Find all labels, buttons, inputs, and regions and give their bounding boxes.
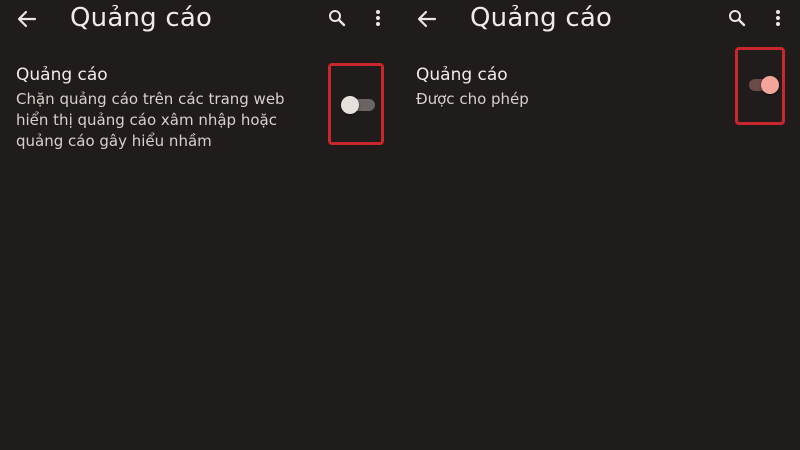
search-button[interactable] — [725, 7, 749, 29]
page-title: Quảng cáo — [70, 3, 213, 33]
right-screen: Quảng cáo Quảng cáo Được cho phép — [400, 0, 800, 450]
back-button[interactable] — [12, 8, 42, 30]
setting-description: Chặn quảng cáo trên các trang web hiển t… — [16, 90, 285, 150]
app-bar: Quảng cáo — [0, 0, 400, 40]
setting-title: Quảng cáo — [16, 65, 108, 85]
search-icon — [729, 10, 746, 27]
arrow-left-icon — [17, 10, 37, 28]
arrow-left-icon — [417, 10, 437, 28]
ads-toggle-on[interactable] — [749, 75, 783, 95]
page-title: Quảng cáo — [470, 3, 613, 33]
more-vertical-icon — [776, 10, 780, 26]
toggle-thumb — [761, 76, 779, 94]
search-icon — [329, 10, 346, 27]
more-vertical-icon — [376, 10, 380, 26]
setting-title: Quảng cáo — [416, 65, 508, 85]
back-button[interactable] — [412, 8, 442, 30]
search-button[interactable] — [325, 7, 349, 29]
ads-toggle-off[interactable] — [341, 95, 375, 115]
app-bar: Quảng cáo — [400, 0, 800, 40]
setting-description: Được cho phép — [416, 90, 529, 108]
more-options-button[interactable] — [368, 7, 388, 29]
more-options-button[interactable] — [768, 7, 788, 29]
toggle-thumb — [341, 96, 359, 114]
left-screen: Quảng cáo Quảng cáo Chặn quảng cáo trên … — [0, 0, 400, 450]
